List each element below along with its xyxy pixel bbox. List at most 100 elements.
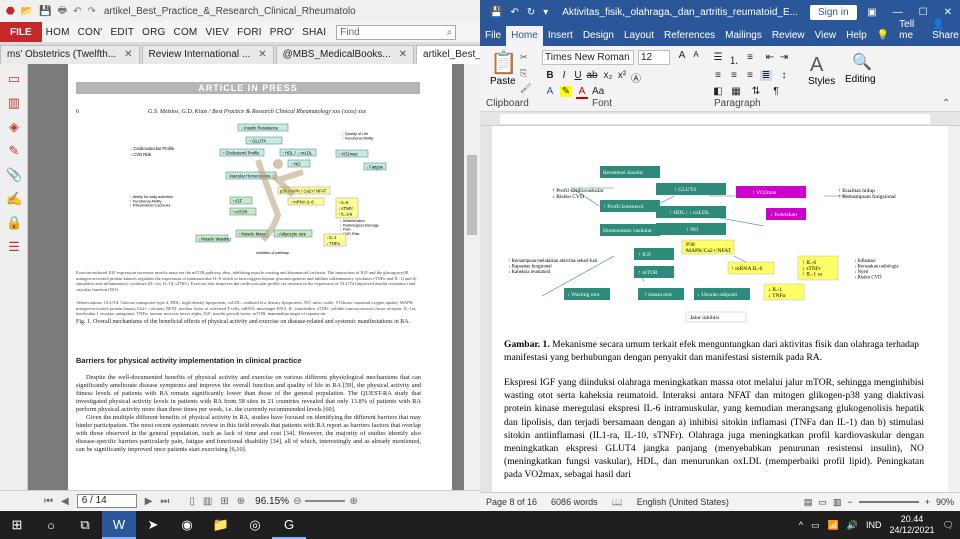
task-view-icon[interactable]: ⧉ [68, 511, 102, 539]
menu-item[interactable]: CON' [74, 27, 107, 38]
tab-design[interactable]: Design [578, 30, 619, 46]
layers-icon[interactable]: ◈ [6, 119, 22, 135]
network-icon[interactable]: 📶 [828, 520, 839, 531]
show-marks-icon[interactable]: ¶ [770, 86, 782, 97]
close-icon[interactable]: ✕ [944, 7, 952, 18]
undo-icon[interactable]: ↶ [510, 7, 518, 18]
menu-item[interactable]: COM [170, 27, 202, 38]
zoom-out-icon[interactable]: ⊖ [289, 496, 305, 507]
firefox-icon[interactable]: ◉ [170, 511, 204, 539]
menu-item[interactable]: SHAI [298, 27, 330, 38]
chrome-icon[interactable]: ◎ [238, 511, 272, 539]
superscript-button[interactable]: x² [616, 70, 628, 81]
horizontal-ruler[interactable] [480, 112, 960, 126]
align-right-icon[interactable]: ≡ [744, 70, 756, 81]
document-tab[interactable]: @MBS_MedicalBooks... ✕ [275, 45, 415, 64]
first-page-icon[interactable]: ⏮ [40, 496, 57, 507]
pdf-zoom-level[interactable]: 96.15% [255, 496, 289, 507]
sort-icon[interactable]: ⇅ [750, 86, 762, 97]
search-icon[interactable]: ⌕ [447, 27, 456, 38]
notifications-icon[interactable]: 🗨 [943, 520, 954, 531]
change-case-icon[interactable]: Aa [592, 86, 604, 97]
tab-insert[interactable]: Insert [543, 30, 578, 46]
security-icon[interactable]: 🔒 [6, 215, 22, 231]
tab-references[interactable]: References [659, 30, 720, 46]
menu-item[interactable]: PRO' [266, 27, 298, 38]
share-button[interactable]: 👤 Share [927, 19, 960, 46]
vertical-scrollbar[interactable] [948, 126, 960, 492]
tab-file[interactable]: File [480, 30, 506, 46]
highlight-icon[interactable]: ✎ [560, 86, 572, 97]
collapse-ribbon-icon[interactable]: ⌃ [942, 98, 950, 109]
zoom-out-icon[interactable]: − [847, 497, 852, 507]
start-icon[interactable]: ⊞ [0, 511, 34, 539]
customize-icon[interactable]: ▾ [543, 7, 548, 18]
telegram-icon[interactable]: ➤ [136, 511, 170, 539]
tab-home[interactable]: Home [506, 26, 543, 46]
paste-button[interactable]: Paste [490, 76, 516, 87]
strikethrough-button[interactable]: ab [586, 70, 598, 81]
align-left-icon[interactable]: ≡ [712, 70, 724, 81]
zoom-in-icon[interactable]: ⊕ [345, 496, 361, 507]
numbering-icon[interactable]: ⒈ [728, 52, 740, 67]
line-spacing-icon[interactable]: ↕ [778, 70, 790, 81]
menu-item[interactable]: VIEV [201, 27, 233, 38]
styles-button[interactable]: Styles [808, 76, 835, 87]
close-icon[interactable]: ✕ [258, 49, 266, 64]
paste-icon[interactable]: 📋 [490, 50, 517, 76]
grow-font-icon[interactable]: A [676, 50, 688, 61]
undo-icon[interactable]: ↶ [73, 6, 81, 17]
underline-button[interactable]: U [572, 70, 584, 81]
cut-icon[interactable]: ✂ [520, 52, 528, 63]
redo-icon[interactable]: ↻ [527, 7, 535, 18]
tab-help[interactable]: Help [841, 30, 872, 46]
menu-file[interactable]: FILE [0, 22, 42, 42]
format-painter-icon[interactable]: 🖌 [520, 83, 531, 94]
chevron-up-icon[interactable]: ^ [799, 520, 803, 530]
tab-layout[interactable]: Layout [619, 30, 659, 46]
zoom-slider[interactable] [305, 500, 346, 502]
zoom-in-icon[interactable]: + [925, 497, 930, 507]
pdf-page-viewport[interactable]: ARTICLE IN PRESS 6 G.S. Metsios, G.D. Ki… [28, 64, 464, 490]
fields-icon[interactable]: ☰ [6, 239, 22, 255]
file-explorer-icon[interactable]: 📁 [204, 511, 238, 539]
sign-in-button[interactable]: Sign in [809, 4, 857, 20]
prev-page-icon[interactable]: ◀ [57, 496, 73, 507]
document-tab-active[interactable]: artikel_Best_Practice_...✕ [416, 45, 480, 64]
search-icon[interactable]: ○ [34, 511, 68, 539]
open-icon[interactable]: 📂 [21, 6, 33, 17]
word-app-icon[interactable]: W [102, 511, 136, 539]
language-indicator[interactable]: IND [866, 520, 882, 530]
font-size-select[interactable]: 12 [638, 50, 670, 65]
pdf-scrollbar[interactable] [464, 64, 480, 490]
word-count[interactable]: 6086 words [551, 497, 598, 507]
decrease-indent-icon[interactable]: ⇤ [764, 52, 776, 63]
pages-icon[interactable]: ▥ [6, 95, 22, 111]
comment-icon[interactable]: ✎ [6, 143, 22, 159]
justify-icon[interactable]: ≣ [760, 70, 772, 81]
multilevel-icon[interactable]: ≡ [744, 52, 756, 63]
tab-mailings[interactable]: Mailings [720, 30, 767, 46]
close-icon[interactable]: ✕ [399, 49, 407, 64]
page-number-field[interactable]: 6 / 14 [76, 494, 137, 508]
redo-icon[interactable]: ↷ [87, 6, 95, 17]
document-tab[interactable]: ms' Obstetrics (Twelfth... ✕ [0, 45, 140, 64]
editing-button[interactable]: Editing [845, 74, 876, 85]
page-count[interactable]: Page 8 of 16 [486, 497, 537, 507]
tab-review[interactable]: Review [767, 30, 810, 46]
signature-icon[interactable]: ✍ [6, 191, 22, 207]
vertical-ruler[interactable] [480, 126, 492, 492]
view-icon[interactable]: ⊞ [216, 496, 232, 507]
save-icon[interactable]: 💾 [490, 7, 502, 18]
language[interactable]: English (United States) [637, 497, 729, 507]
pdf-scroll-thumb[interactable] [467, 155, 477, 235]
bullets-icon[interactable]: ☰ [712, 52, 724, 63]
align-center-icon[interactable]: ≡ [728, 70, 740, 81]
text-effects-icon[interactable]: A [544, 86, 556, 97]
zoom-slider[interactable] [858, 501, 919, 503]
close-icon[interactable]: ✕ [124, 49, 132, 64]
font-color-icon[interactable]: A [576, 86, 588, 99]
find-input[interactable]: Find ⌕ [336, 24, 457, 40]
clear-format-icon[interactable]: Ⓐ [630, 70, 642, 85]
font-name-select[interactable]: Times New Roman [542, 50, 634, 65]
